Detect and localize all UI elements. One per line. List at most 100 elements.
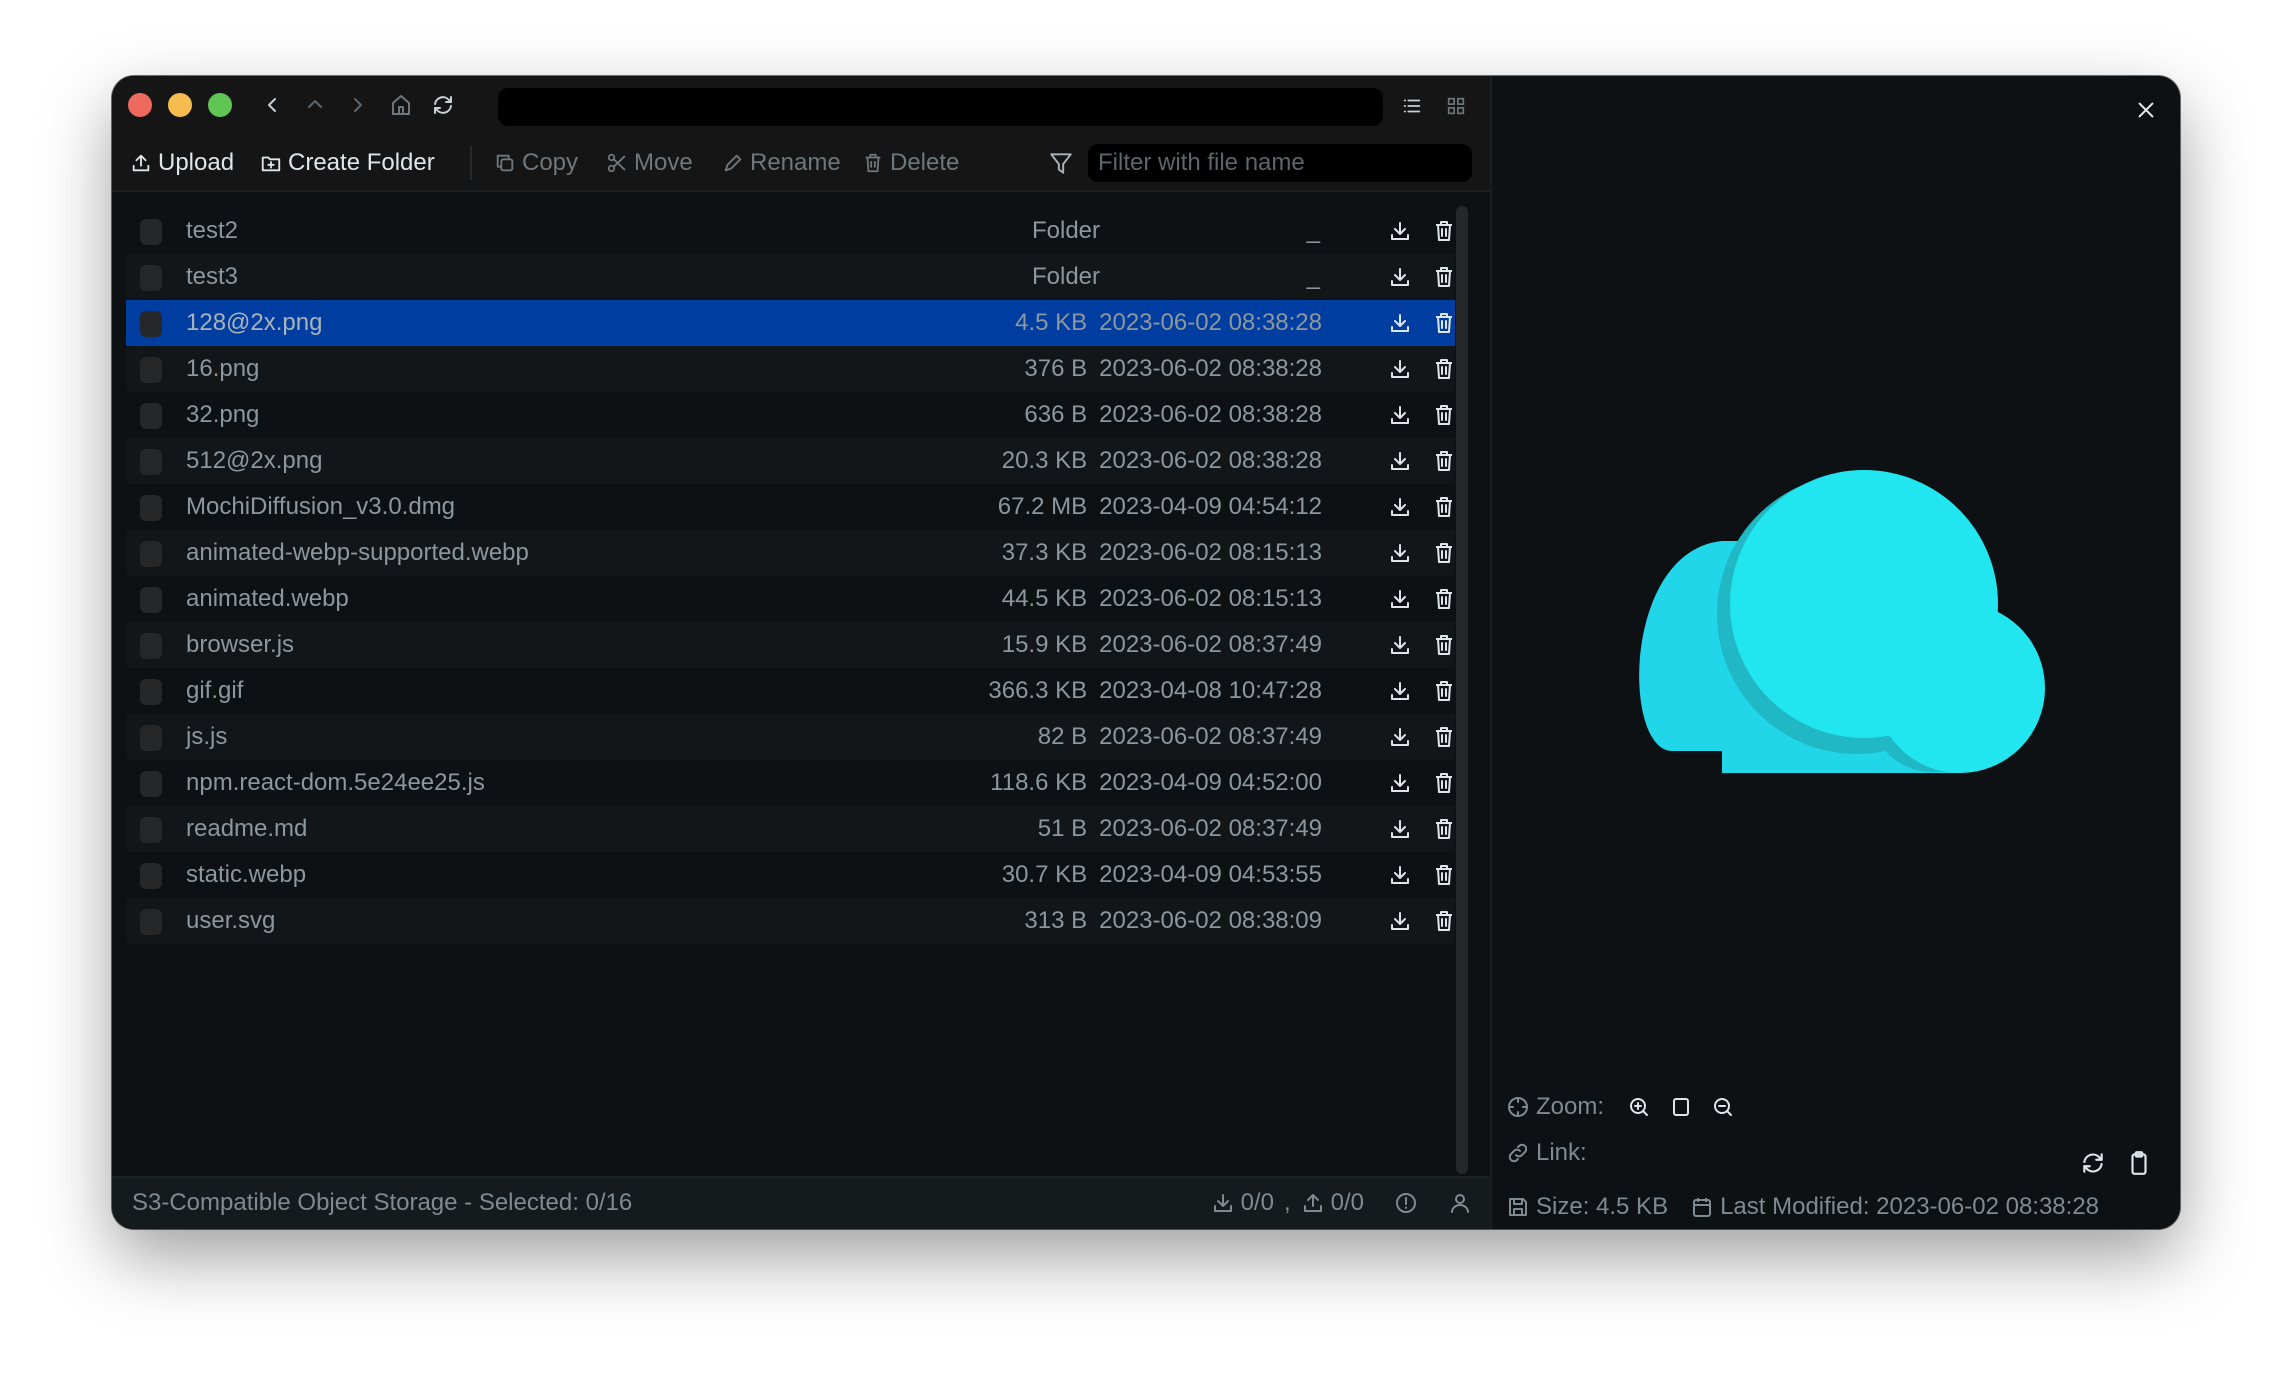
uploads-count[interactable]: 0/0 [1331,1189,1364,1217]
back-button[interactable] [258,90,288,120]
grid-view-button[interactable] [1442,92,1470,120]
create-folder-button[interactable]: Create Folder [260,146,435,180]
move-button[interactable]: Move [606,146,693,180]
delete-file-button[interactable] [1432,587,1456,611]
window-maximize-button[interactable] [208,93,232,117]
download-button[interactable] [1388,633,1412,657]
window-minimize-button[interactable] [168,93,192,117]
delete-file-button[interactable] [1432,403,1456,427]
download-button[interactable] [1388,219,1412,243]
row-checkbox[interactable] [140,725,162,751]
delete-button[interactable]: Delete [862,146,959,180]
file-row[interactable]: animated-webp-supported.webp 37.3 KB 2023-… [126,530,1460,576]
file-row[interactable]: 32.png 636 B 2023-06-02 08:38:28 [126,392,1460,438]
download-button[interactable] [1388,403,1412,427]
refresh-button[interactable] [428,90,458,120]
download-button[interactable] [1388,817,1412,841]
zoom-out-button[interactable] [1708,1092,1738,1122]
row-checkbox[interactable] [140,357,162,383]
row-checkbox[interactable] [140,863,162,889]
delete-file-button[interactable] [1432,817,1456,841]
download-button[interactable] [1388,265,1412,289]
file-row[interactable]: 16.png 376 B 2023-06-02 08:38:28 [126,346,1460,392]
filter-input[interactable] [1088,144,1472,182]
row-checkbox[interactable] [140,403,162,429]
delete-file-button[interactable] [1432,357,1456,381]
file-row[interactable]: 128@2x.png 4.5 KB 2023-06-02 08:38:28 [126,300,1460,346]
zoom-in-button[interactable] [1624,1092,1654,1122]
upload-button[interactable]: Upload [130,146,234,180]
status-separator: , [1283,1189,1291,1216]
download-icon [1391,912,1409,930]
file-row[interactable]: test2 Folder _ [126,208,1460,254]
delete-file-button[interactable] [1432,219,1456,243]
delete-file-button[interactable] [1432,863,1456,887]
file-row[interactable]: animated.webp 44.5 KB 2023-06-02 08:15:13 [126,576,1460,622]
download-button[interactable] [1388,587,1412,611]
scrollbar-thumb[interactable] [1456,206,1468,1174]
row-checkbox[interactable] [140,495,162,521]
file-row[interactable]: user.svg 313 B 2023-06-02 08:38:09 [126,898,1460,944]
delete-file-button[interactable] [1432,449,1456,473]
delete-file-button[interactable] [1432,495,1456,519]
download-button[interactable] [1388,311,1412,335]
downloads-count[interactable]: 0/0 [1241,1189,1274,1217]
rename-button[interactable]: Rename [722,146,841,180]
forward-button[interactable] [342,90,372,120]
file-row[interactable]: 512@2x.png 20.3 KB 2023-06-02 08:38:28 [126,438,1460,484]
download-button[interactable] [1388,449,1412,473]
file-name: 512@2x.png [186,447,323,474]
delete-file-button[interactable] [1432,725,1456,749]
row-checkbox[interactable] [140,679,162,705]
delete-file-button[interactable] [1432,771,1456,795]
copy-button[interactable]: Copy [494,146,578,180]
path-bar[interactable] [498,88,1383,126]
file-row[interactable]: readme.md 51 B 2023-06-02 08:37:49 [126,806,1460,852]
copy-link-button[interactable] [2126,1150,2152,1176]
list-view-button[interactable] [1398,92,1426,120]
home-button[interactable] [386,90,416,120]
delete-file-button[interactable] [1432,311,1456,335]
file-row[interactable]: js.js 82 B 2023-06-02 08:37:49 [126,714,1460,760]
row-checkbox[interactable] [140,311,162,337]
download-button[interactable] [1388,495,1412,519]
delete-file-button[interactable] [1432,541,1456,565]
delete-file-button[interactable] [1432,633,1456,657]
regenerate-link-button[interactable] [2080,1150,2106,1176]
file-row[interactable]: npm.react-dom.5e24ee25.js 118.6 KB 2023-04… [126,760,1460,806]
up-button[interactable] [300,90,330,120]
alert-circle-icon[interactable] [1394,1191,1418,1215]
download-button[interactable] [1388,541,1412,565]
row-checkbox[interactable] [140,909,162,935]
row-checkbox[interactable] [140,587,162,613]
download-button[interactable] [1388,679,1412,703]
file-name: 128@2x.png [186,309,323,336]
user-icon[interactable] [1448,1191,1472,1215]
file-row[interactable]: browser.js 15.9 KB 2023-06-02 08:37:49 [126,622,1460,668]
download-button[interactable] [1388,909,1412,933]
row-checkbox[interactable] [140,771,162,797]
zoom-reset-button[interactable] [1666,1092,1696,1122]
file-row[interactable]: MochiDiffusion_v3.0.dmg 67.2 MB 2023-04-09… [126,484,1460,530]
download-button[interactable] [1388,863,1412,887]
close-preview-button[interactable] [2132,96,2160,124]
row-checkbox[interactable] [140,633,162,659]
file-row[interactable]: static.webp 30.7 KB 2023-04-09 04:53:55 [126,852,1460,898]
delete-file-button[interactable] [1432,679,1456,703]
delete-file-button[interactable] [1432,265,1456,289]
download-button[interactable] [1388,357,1412,381]
delete-file-button[interactable] [1432,909,1456,933]
row-checkbox[interactable] [140,219,162,245]
row-checkbox[interactable] [140,449,162,475]
download-icon [1391,866,1409,884]
preview-pane: Zoom: Link: Size: 4.5 KB Last Modified: … [1490,76,2180,1229]
window-close-button[interactable] [128,93,152,117]
download-button[interactable] [1388,725,1412,749]
file-row[interactable]: gif.gif 366.3 KB 2023-04-08 10:47:28 [126,668,1460,714]
file-row[interactable]: test3 Folder _ [126,254,1460,300]
row-checkbox[interactable] [140,541,162,567]
download-button[interactable] [1388,771,1412,795]
row-checkbox[interactable] [140,817,162,843]
row-checkbox[interactable] [140,265,162,291]
file-modified: 2023-04-09 04:52:00 [1099,769,1322,796]
